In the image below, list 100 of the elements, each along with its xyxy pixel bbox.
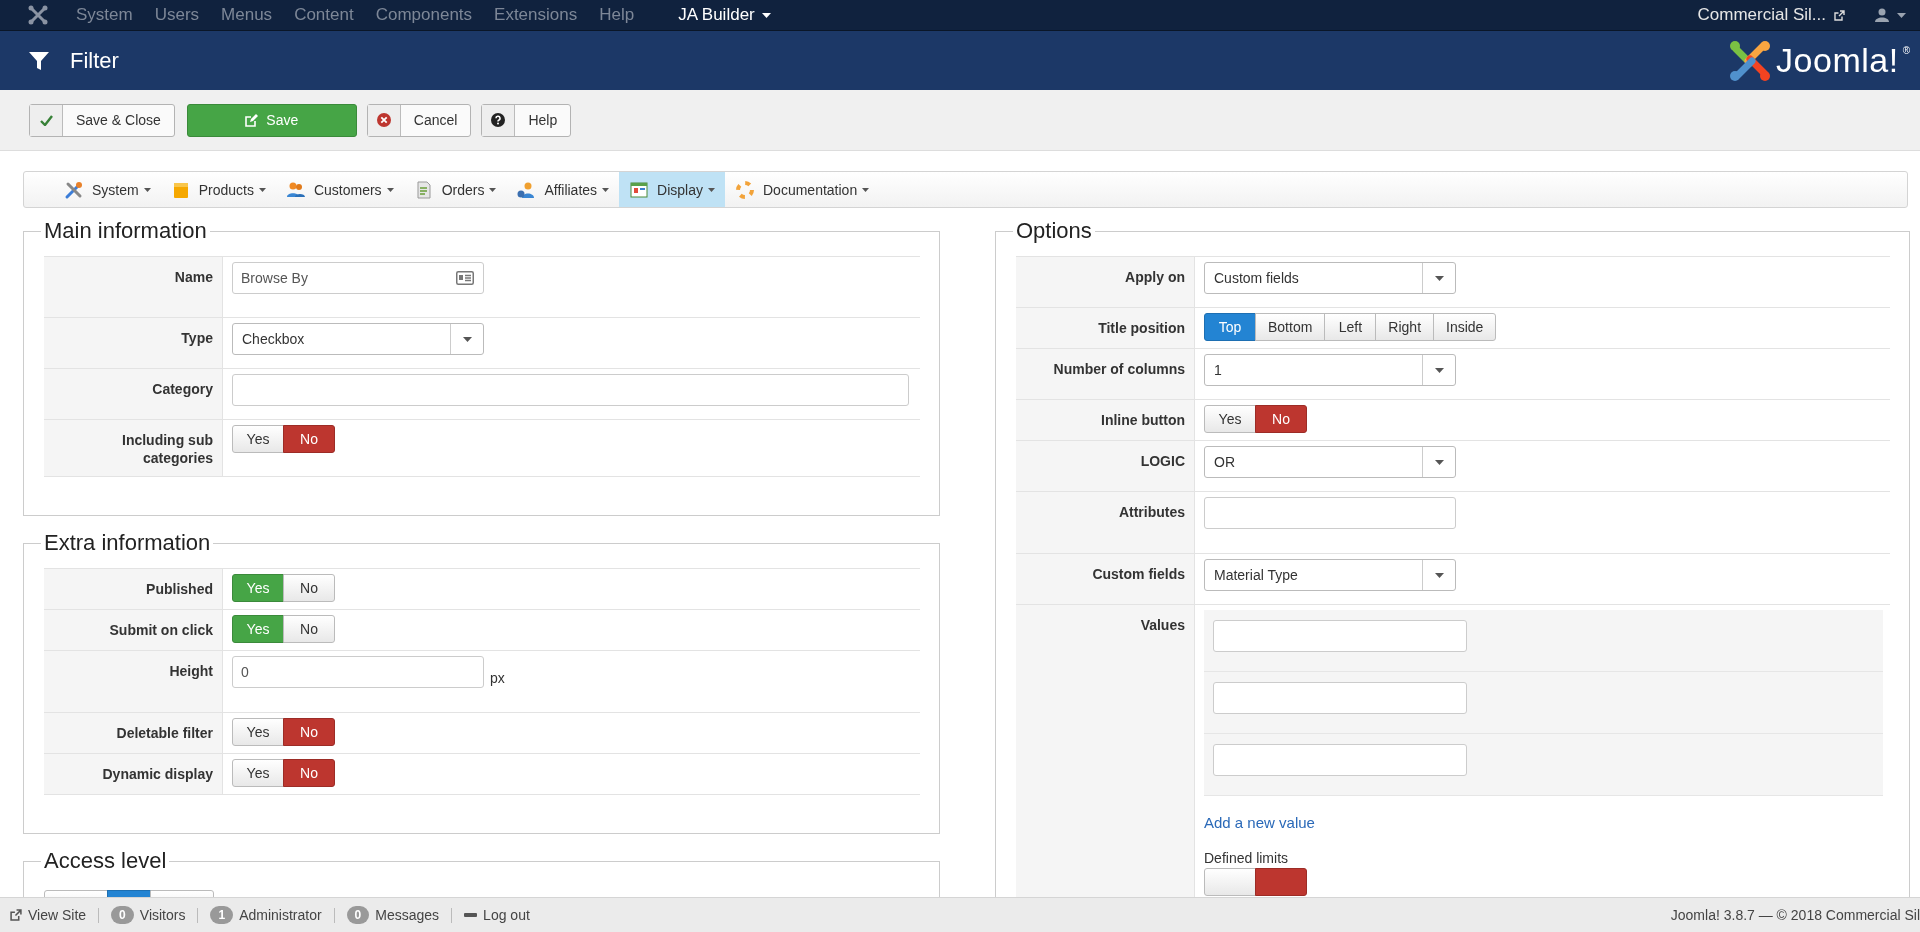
caret-icon xyxy=(708,187,715,192)
user-icon[interactable] xyxy=(1875,8,1889,22)
menu-item[interactable]: Display xyxy=(619,172,725,207)
input-field[interactable] xyxy=(232,374,909,406)
site-link[interactable]: Commercial Sil... xyxy=(1697,5,1826,25)
toggle-option[interactable]: Left xyxy=(1324,313,1377,341)
toolbar-button[interactable]: Save & Close xyxy=(29,103,175,137)
menu-item[interactable]: Extensions xyxy=(494,5,578,25)
field-label: Defined limits xyxy=(1204,850,1290,866)
page-title: Filter xyxy=(70,47,119,74)
input-field[interactable] xyxy=(1213,682,1467,714)
select-field[interactable]: 1 xyxy=(1204,354,1456,386)
minus-icon xyxy=(464,913,478,917)
caret-icon xyxy=(1434,275,1444,281)
field-label: Inline button xyxy=(1101,412,1185,428)
section-title: Access level xyxy=(43,848,168,874)
count-badge: 1 xyxy=(210,906,234,924)
caret-icon xyxy=(1434,367,1444,373)
field-label: Values xyxy=(1140,617,1185,633)
brand-name: Joomla! xyxy=(1776,41,1899,80)
caret-icon xyxy=(143,187,151,192)
toggle-option[interactable]: Bottom xyxy=(1255,313,1326,341)
field-label: Deletable filter xyxy=(116,725,213,741)
section-title: Options xyxy=(1015,218,1093,244)
count-badge: 0 xyxy=(346,906,370,924)
registered-mark: ® xyxy=(1902,44,1910,56)
status-link[interactable]: 1 Administrator xyxy=(210,906,322,924)
caret-icon xyxy=(602,187,610,192)
select-field[interactable]: OR xyxy=(1204,446,1456,478)
count-badge: 0 xyxy=(111,906,134,924)
menu-item[interactable]: System xyxy=(54,172,161,207)
field-label: LOGIC xyxy=(1140,453,1185,469)
cancel-icon xyxy=(376,113,391,127)
external-link-icon xyxy=(1834,9,1845,21)
window-icon xyxy=(629,179,650,200)
toggle-option[interactable]: No xyxy=(283,718,335,746)
menu-item[interactable]: Menus xyxy=(221,5,273,25)
menu-item[interactable]: Documentation xyxy=(725,172,880,207)
menu-item[interactable]: Content xyxy=(294,5,354,25)
toggle-option[interactable]: Right xyxy=(1375,313,1435,341)
id-card-icon xyxy=(456,271,474,285)
field-label: Apply on xyxy=(1125,269,1185,285)
input-field[interactable]: 0 xyxy=(232,656,484,688)
external-link-icon xyxy=(10,909,22,921)
toggle-option[interactable]: No xyxy=(283,425,335,453)
field-label: Including sub categories xyxy=(122,432,213,466)
caret-icon xyxy=(386,187,394,192)
toggle-option[interactable] xyxy=(1204,868,1256,896)
toggle-option[interactable]: No xyxy=(283,615,335,643)
input-field[interactable] xyxy=(1213,620,1467,652)
toggle-option[interactable]: Yes xyxy=(232,425,284,453)
version-text: Joomla! 3.8.7 — © 2018 Commercial Sil xyxy=(1670,907,1920,923)
toggle-option[interactable]: Top xyxy=(1204,313,1256,341)
menu-item[interactable]: Components xyxy=(375,5,473,25)
status-link[interactable]: 0 Messages xyxy=(346,906,440,924)
field-label: Height xyxy=(169,663,213,679)
input-field[interactable] xyxy=(1204,497,1456,529)
field-label: Published xyxy=(146,581,213,597)
menu-item[interactable]: System xyxy=(76,5,133,25)
status-link[interactable]: 0 Visitors xyxy=(111,906,186,924)
toggle-option[interactable]: Yes xyxy=(232,718,284,746)
caret-icon xyxy=(258,187,266,192)
toggle-option[interactable]: Yes xyxy=(1204,405,1256,433)
select-field[interactable]: Checkbox xyxy=(232,323,484,355)
view-site-link[interactable]: View Site xyxy=(10,907,87,923)
caret-icon xyxy=(489,187,497,192)
menu-item[interactable]: Help xyxy=(599,5,635,25)
lifebuoy-icon xyxy=(735,179,755,200)
field-label: Category xyxy=(152,381,213,397)
toolbar-button[interactable]: Cancel xyxy=(366,103,472,137)
add-value-link[interactable]: Add a new value xyxy=(1204,814,1315,831)
menu-item[interactable]: Affiliates xyxy=(506,172,620,207)
toggle-option[interactable]: No xyxy=(283,759,335,787)
toggle-option[interactable]: No xyxy=(283,574,335,602)
toggle-option[interactable]: No xyxy=(1255,405,1307,433)
menu-item[interactable]: Orders xyxy=(403,172,507,207)
field-label: Dynamic display xyxy=(102,766,213,782)
toggle-option[interactable]: Yes xyxy=(232,759,284,787)
caret-icon xyxy=(1434,572,1444,578)
field-label: Name xyxy=(174,269,213,285)
name-field[interactable]: Browse By xyxy=(232,262,484,294)
toolbar-button[interactable]: Help xyxy=(481,103,572,137)
menu-item[interactable]: JA Builder xyxy=(678,5,771,25)
logout-link[interactable]: Log out xyxy=(464,907,530,923)
caret-icon[interactable] xyxy=(1897,12,1906,18)
select-field[interactable]: Material Type xyxy=(1204,559,1456,591)
field-label: Title position xyxy=(1098,320,1185,336)
select-field[interactable]: Custom fields xyxy=(1204,262,1456,294)
menu-item[interactable]: Products xyxy=(160,172,276,207)
toggle-option[interactable]: Inside xyxy=(1433,313,1497,341)
edit-icon xyxy=(245,113,259,127)
field-label: Number of columns xyxy=(1053,361,1185,377)
tools-icon xyxy=(64,179,84,200)
menu-item[interactable]: Users xyxy=(154,5,200,25)
field-label: Type xyxy=(181,330,213,346)
caret-icon xyxy=(462,336,472,342)
toggle-option[interactable] xyxy=(1255,868,1307,896)
input-field[interactable] xyxy=(1213,744,1467,776)
menu-item[interactable]: Customers xyxy=(275,172,404,207)
field-label: Submit on click xyxy=(109,622,213,638)
